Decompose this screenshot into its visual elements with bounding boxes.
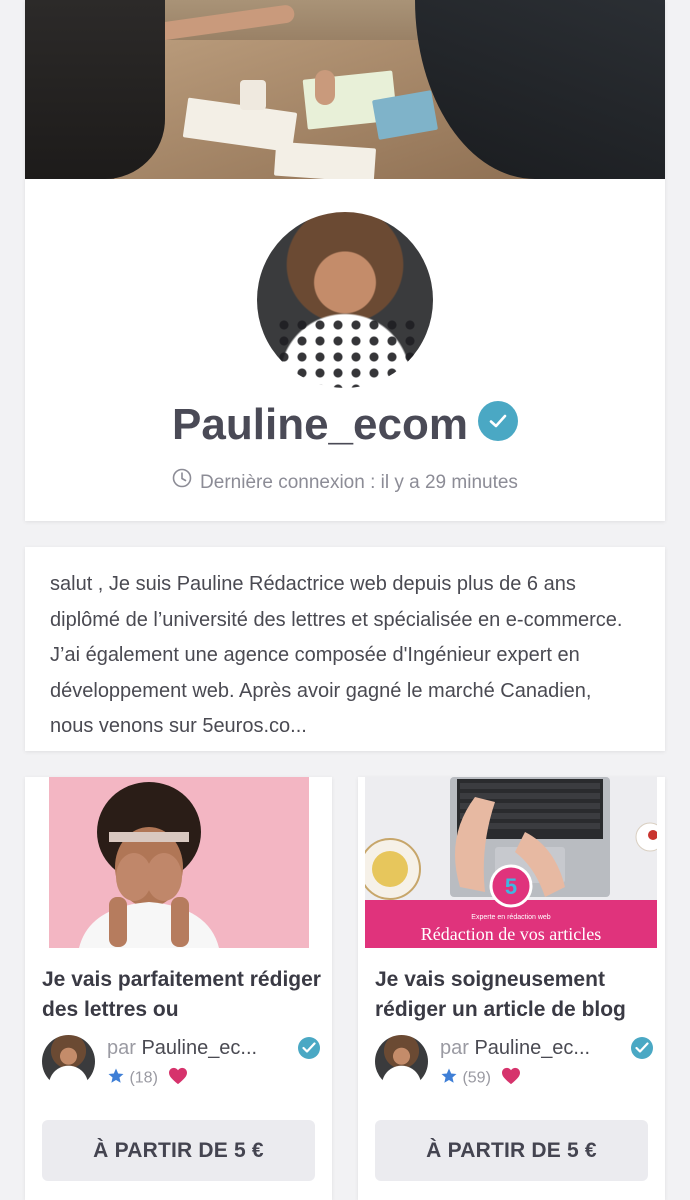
- seller-avatar[interactable]: [375, 1035, 428, 1088]
- gig-card[interactable]: 5 Experte en rédaction web Rédaction de …: [358, 777, 665, 1200]
- username-row: Pauline_ecom: [25, 400, 665, 450]
- bio-card[interactable]: salut , Je suis Pauline Rédactrice web d…: [25, 547, 665, 751]
- seller-prefix: par: [440, 1037, 469, 1059]
- star-icon: [107, 1067, 125, 1090]
- profile-avatar[interactable]: [257, 212, 433, 388]
- thumb-banner: Rédaction de vos articles: [421, 924, 601, 944]
- gig-title[interactable]: Je vais soigneusement rédiger un article…: [375, 965, 655, 1025]
- gig-thumbnail[interactable]: [49, 777, 309, 948]
- gig-thumbnail[interactable]: 5 Experte en rédaction web Rédaction de …: [365, 777, 657, 948]
- thumb-subtitle: Experte en rédaction web: [471, 914, 550, 921]
- clock-icon: [172, 468, 192, 494]
- seller-name[interactable]: par Pauline_ec...: [107, 1037, 287, 1060]
- seller-avatar[interactable]: [42, 1035, 95, 1088]
- thumb-badge: 5: [505, 874, 517, 899]
- star-icon: [440, 1067, 458, 1090]
- rating-count: (59): [462, 1069, 491, 1087]
- rating-row: (59): [440, 1067, 521, 1090]
- heart-icon[interactable]: [168, 1067, 188, 1090]
- username: Pauline_ecom: [172, 400, 468, 449]
- rating-row: (18): [107, 1067, 188, 1090]
- heart-icon[interactable]: [501, 1067, 521, 1090]
- last-seen-text: Dernière connexion : il y a 29 minutes: [200, 472, 518, 494]
- price-button[interactable]: À PARTIR DE 5 €: [375, 1120, 648, 1181]
- price-button[interactable]: À PARTIR DE 5 €: [42, 1120, 315, 1181]
- verified-badge-icon: [631, 1037, 653, 1059]
- cover-image: [25, 0, 665, 179]
- seller-name[interactable]: par Pauline_ec...: [440, 1037, 620, 1060]
- verified-badge-icon: [477, 401, 518, 441]
- seller-prefix: par: [107, 1037, 136, 1059]
- seller-name-text: Pauline_ec...: [141, 1037, 258, 1059]
- verified-badge-icon: [298, 1037, 320, 1059]
- seller-name-text: Pauline_ec...: [474, 1037, 591, 1059]
- bio-text: salut , Je suis Pauline Rédactrice web d…: [50, 573, 623, 737]
- profile-card: Pauline_ecom Dernière connexion : il y a…: [25, 0, 665, 521]
- gig-title[interactable]: Je vais parfaitement rédiger des lettres…: [42, 965, 322, 1025]
- seller-row: par Pauline_ec... (18): [42, 1035, 322, 1091]
- last-seen: Dernière connexion : il y a 29 minutes: [25, 468, 665, 496]
- gig-card[interactable]: Je vais parfaitement rédiger des lettres…: [25, 777, 332, 1200]
- rating-count: (18): [129, 1069, 158, 1087]
- seller-row: par Pauline_ec... (59): [375, 1035, 655, 1091]
